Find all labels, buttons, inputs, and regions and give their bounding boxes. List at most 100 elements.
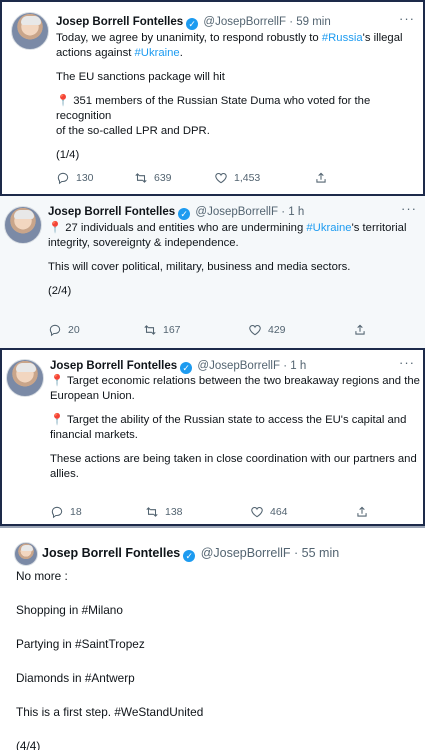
avatar[interactable]: [6, 359, 44, 397]
tweet-text: Today, we agree by unanimity, to respond…: [56, 31, 416, 163]
text-span: 27 individuals and entities who are unde…: [62, 222, 307, 234]
reply-icon: [51, 506, 63, 519]
text-paragraph: integrity, sovereignty & independence.: [48, 237, 239, 249]
share-icon: [316, 172, 326, 183]
tweet-4[interactable]: Josep Borrell Fontelles ✓ @JosepBorrellF …: [0, 526, 425, 750]
verified-badge-icon: ✓: [183, 550, 196, 562]
reply-count: 130: [76, 172, 94, 184]
like-count: 1,453: [234, 172, 261, 184]
timestamp[interactable]: · 55 min: [294, 546, 339, 560]
share-icon: [355, 324, 365, 335]
like-button[interactable]: 429: [248, 323, 353, 337]
retweet-button[interactable]: 639: [134, 171, 214, 185]
pushpin-icon: 📍: [50, 414, 65, 426]
reply-button[interactable]: 130: [56, 171, 134, 185]
pushpin-icon: 📍: [50, 375, 65, 387]
reply-count: 18: [70, 506, 82, 518]
author-handle[interactable]: @JosepBorrellF: [201, 546, 291, 560]
tweet-actions: 18 138 464: [50, 505, 370, 519]
reply-button[interactable]: 18: [50, 505, 145, 519]
share-button[interactable]: [355, 505, 369, 519]
heart-icon: [249, 325, 261, 336]
retweet-button[interactable]: 167: [143, 323, 248, 337]
retweet-count: 167: [163, 324, 181, 336]
tweet-header: Josep Borrell Fontelles ✓ @JosepBorrellF …: [56, 15, 331, 30]
retweet-count: 639: [154, 172, 172, 184]
text-paragraph: This is a first step. #WeStandUnited: [16, 705, 204, 719]
hashtag-ukraine[interactable]: #Ukraine: [135, 47, 180, 59]
tweet-actions: 130 639 1,453: [56, 171, 356, 185]
hashtag-russia[interactable]: #Russia: [322, 32, 363, 44]
text-paragraph: allies.: [50, 468, 79, 480]
timestamp[interactable]: · 1 h: [281, 206, 304, 218]
tweet-header: Josep Borrell Fontelles ✓ @JosepBorrellF …: [50, 359, 306, 374]
tweet-text: 📍 27 individuals and entities who are un…: [48, 221, 418, 299]
more-icon[interactable]: ···: [399, 11, 415, 26]
thread-counter: (1/4): [56, 149, 80, 161]
reply-button[interactable]: 20: [48, 323, 143, 337]
share-button[interactable]: [353, 323, 367, 337]
text-span: Target economic relations between the tw…: [64, 375, 420, 387]
retweet-icon: [146, 507, 158, 517]
avatar[interactable]: [11, 12, 49, 50]
heart-icon: [251, 507, 263, 518]
retweet-icon: [135, 173, 147, 183]
reply-count: 20: [68, 324, 80, 336]
heart-icon: [215, 173, 227, 184]
tweet-1[interactable]: Josep Borrell Fontelles ✓ @JosepBorrellF …: [0, 0, 425, 196]
pushpin-icon: 📍: [56, 95, 71, 107]
text-span: Today, we agree by unanimity, to respond…: [56, 32, 322, 44]
timestamp[interactable]: · 59 min: [289, 16, 331, 28]
text-paragraph: This will cover political, military, bus…: [48, 261, 351, 273]
text-paragraph: Partying in #SaintTropez: [16, 637, 145, 651]
more-icon[interactable]: ···: [399, 355, 415, 370]
avatar[interactable]: [4, 206, 42, 244]
retweet-icon: [144, 325, 156, 335]
thread-counter: (2/4): [48, 285, 72, 297]
text-paragraph: Diamonds in #Antwerp: [16, 671, 135, 685]
timestamp[interactable]: · 1 h: [283, 360, 306, 372]
text-span: 's territorial: [351, 222, 407, 234]
text-paragraph: The EU sanctions package will hit: [56, 71, 225, 83]
like-button[interactable]: 464: [250, 505, 355, 519]
tweet-text: No more : Shopping in #Milano Partying i…: [16, 569, 406, 750]
retweet-button[interactable]: 138: [145, 505, 250, 519]
avatar[interactable]: [14, 542, 38, 566]
tweet-header: Josep Borrell Fontelles ✓ @JosepBorrellF …: [42, 546, 339, 562]
pushpin-icon: 📍: [48, 222, 63, 234]
verified-badge-icon: ✓: [178, 208, 191, 220]
like-button[interactable]: 1,453: [214, 171, 314, 185]
hashtag-ukraine[interactable]: #Ukraine: [306, 222, 351, 234]
thread-counter: (4/4): [16, 739, 41, 750]
text-span: actions against: [56, 47, 135, 59]
share-button[interactable]: [314, 171, 328, 185]
author-name[interactable]: Josep Borrell Fontelles: [48, 206, 175, 218]
verified-badge-icon: ✓: [186, 18, 199, 30]
text-span: 's illegal: [362, 32, 403, 44]
text-paragraph: European Union.: [50, 390, 135, 402]
text-paragraph: These actions are being taken in close c…: [50, 453, 417, 465]
like-count: 429: [268, 324, 286, 336]
text-span: .: [179, 47, 183, 59]
tweet-3[interactable]: Josep Borrell Fontelles ✓ @JosepBorrellF …: [0, 348, 425, 526]
like-count: 464: [270, 506, 288, 518]
author-name[interactable]: Josep Borrell Fontelles: [42, 546, 180, 560]
text-paragraph: No more :: [16, 569, 68, 583]
tweet-header: Josep Borrell Fontelles ✓ @JosepBorrellF …: [48, 205, 304, 220]
share-icon: [357, 506, 367, 517]
reply-icon: [57, 172, 69, 185]
author-handle[interactable]: @JosepBorrellF: [197, 360, 280, 372]
verified-badge-icon: ✓: [180, 362, 193, 374]
author-name[interactable]: Josep Borrell Fontelles: [50, 360, 177, 372]
tweet-text: 📍 Target economic relations between the …: [50, 374, 420, 482]
more-icon[interactable]: ···: [401, 201, 417, 216]
text-span: 351 members of the Russian State Duma wh…: [56, 95, 371, 122]
retweet-count: 138: [165, 506, 183, 518]
tweet-actions: 20 167 429: [48, 323, 368, 337]
author-name[interactable]: Josep Borrell Fontelles: [56, 16, 183, 28]
tweet-2[interactable]: Josep Borrell Fontelles ✓ @JosepBorrellF …: [0, 196, 425, 348]
author-handle[interactable]: @JosepBorrellF: [203, 16, 286, 28]
text-paragraph: of the so-called LPR and DPR.: [56, 125, 210, 137]
reply-icon: [49, 324, 61, 337]
author-handle[interactable]: @JosepBorrellF: [195, 206, 278, 218]
